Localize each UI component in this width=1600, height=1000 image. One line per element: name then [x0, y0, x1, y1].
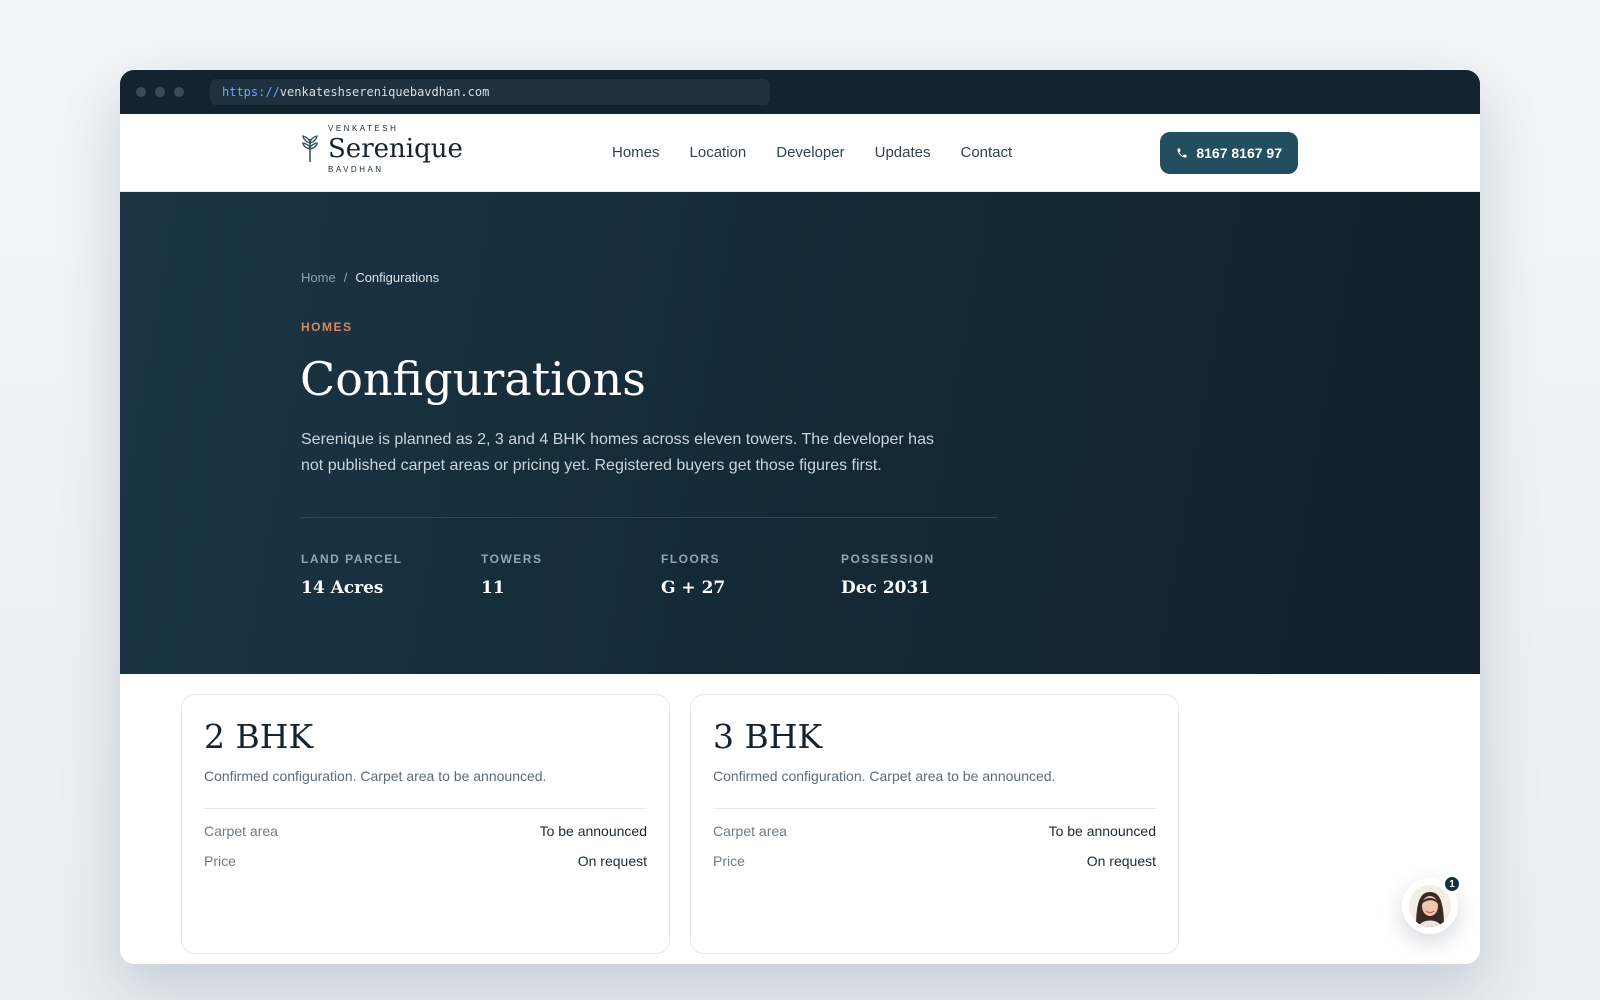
breadcrumb-separator: / — [343, 270, 348, 285]
nav-link-contact[interactable]: Contact — [960, 144, 1012, 161]
stat-floors: FLOORS G + 27 — [661, 552, 841, 598]
hero-section: Home / Configurations HOMES Configuratio… — [120, 192, 1480, 674]
row-key: Price — [713, 853, 745, 869]
stat-towers: TOWERS 11 — [481, 552, 661, 598]
main-nav: Homes Location Developer Updates Contact — [612, 144, 1012, 161]
url-host: venkateshsereniquebavdhan.com — [279, 85, 490, 99]
nav-link-developer[interactable]: Developer — [776, 144, 844, 161]
nav-link-updates[interactable]: Updates — [875, 144, 931, 161]
logo[interactable]: VENKATESH Serenique BAVDHAN — [300, 124, 463, 174]
card-title: 3 BHK — [713, 717, 823, 756]
stat-value: Dec 2031 — [841, 578, 931, 598]
project-stats: LAND PARCEL 14 Acres TOWERS 11 FLOORS G … — [301, 552, 1021, 598]
address-bar[interactable]: https://venkateshsereniquebavdhan.com — [210, 79, 770, 105]
stat-label: TOWERS — [481, 552, 543, 566]
breadcrumb-home[interactable]: Home — [301, 270, 336, 285]
url-scheme: https:// — [222, 85, 280, 99]
chat-launcher[interactable]: 1 — [1402, 875, 1461, 934]
card-description: Confirmed configuration. Carpet area to … — [204, 768, 547, 784]
stat-label: FLOORS — [661, 552, 720, 566]
card-row-carpet-area: Carpet area To be announced — [713, 823, 1156, 839]
card-row-price: Price On request — [713, 853, 1156, 869]
stat-land-parcel: LAND PARCEL 14 Acres — [301, 552, 481, 598]
stat-label: LAND PARCEL — [301, 552, 403, 566]
minimize-dot[interactable] — [155, 87, 165, 97]
phone-icon — [1177, 148, 1187, 158]
leaf-icon — [302, 135, 318, 162]
config-card-3bhk[interactable]: 3 BHK Confirmed configuration. Carpet ar… — [690, 694, 1179, 954]
configuration-cards: 2 BHK Confirmed configuration. Carpet ar… — [181, 694, 1179, 954]
close-dot[interactable] — [136, 87, 146, 97]
card-row-carpet-area: Carpet area To be announced — [204, 823, 647, 839]
row-value: On request — [577, 853, 647, 869]
call-button[interactable]: 8167 8167 97 — [1160, 132, 1298, 174]
stat-value: 11 — [481, 578, 505, 598]
nav-link-location[interactable]: Location — [690, 144, 747, 161]
breadcrumb: Home / Configurations — [301, 270, 439, 285]
card-description: Confirmed configuration. Carpet area to … — [713, 768, 1056, 784]
page-title: Configurations — [300, 352, 646, 406]
nav-link-homes[interactable]: Homes — [612, 144, 660, 161]
breadcrumb-current: Configurations — [355, 270, 440, 285]
logo-name: Serenique — [328, 134, 463, 164]
stat-label: POSSESSION — [841, 552, 935, 566]
config-card-2bhk[interactable]: 2 BHK Confirmed configuration. Carpet ar… — [181, 694, 670, 954]
row-value: To be announced — [539, 823, 647, 839]
row-key: Price — [204, 853, 236, 869]
stat-possession: POSSESSION Dec 2031 — [841, 552, 1021, 598]
card-title: 2 BHK — [204, 717, 314, 756]
logo-text: VENKATESH Serenique BAVDHAN — [328, 124, 463, 174]
card-divider — [204, 808, 647, 809]
call-button-label: 8167 8167 97 — [1196, 145, 1282, 161]
site-header: VENKATESH Serenique BAVDHAN Homes Locati… — [120, 114, 1480, 192]
notification-badge: 1 — [1443, 875, 1461, 893]
stat-value: G + 27 — [661, 578, 726, 598]
row-value: On request — [1086, 853, 1156, 869]
hero-divider — [301, 517, 997, 518]
row-value: To be announced — [1048, 823, 1156, 839]
card-divider — [713, 808, 1156, 809]
row-key: Carpet area — [204, 823, 278, 839]
hero-description: Serenique is planned as 2, 3 and 4 BHK h… — [301, 431, 934, 474]
row-key: Carpet area — [713, 823, 787, 839]
logo-bottom-text: BAVDHAN — [328, 165, 384, 174]
card-row-price: Price On request — [204, 853, 647, 869]
browser-chrome: https://venkateshsereniquebavdhan.com — [120, 70, 1480, 114]
stat-value: 14 Acres — [301, 578, 384, 598]
window-controls — [136, 87, 184, 97]
logo-top-text: VENKATESH — [328, 124, 399, 133]
maximize-dot[interactable] — [174, 87, 184, 97]
section-eyebrow: HOMES — [301, 320, 353, 334]
